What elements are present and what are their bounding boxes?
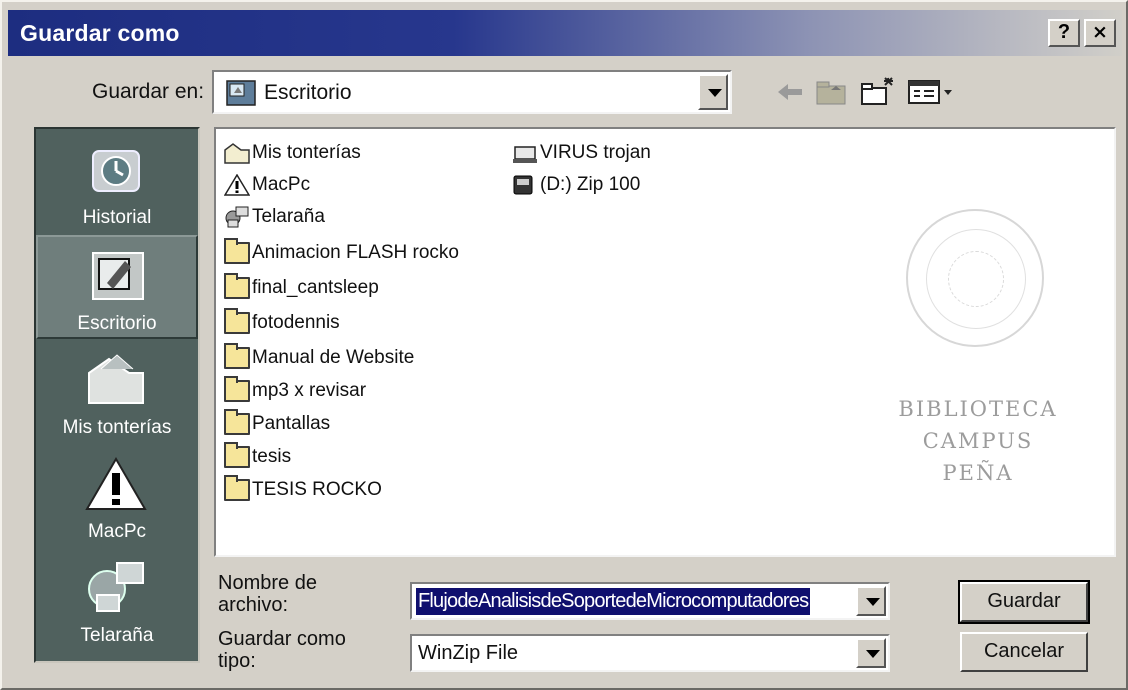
- folder-icon: [224, 409, 250, 435]
- folder-icon: [224, 308, 250, 334]
- documents-folder-icon: [224, 143, 250, 164]
- folder-icon: [224, 238, 250, 264]
- my-documents-icon: [88, 354, 144, 404]
- back-arrow-icon[interactable]: [774, 76, 806, 108]
- zip-drive-icon: [513, 175, 533, 195]
- new-folder-icon[interactable]: [858, 76, 896, 108]
- place-mis-tonterias[interactable]: Mis tonterías: [36, 341, 198, 445]
- history-icon: [92, 150, 140, 192]
- folder-icon: [224, 475, 250, 501]
- place-historial[interactable]: Historial: [36, 131, 198, 235]
- save-button[interactable]: Guardar: [958, 580, 1090, 624]
- save-in-value: Escritorio: [264, 81, 352, 104]
- network-icon: [88, 562, 144, 612]
- place-label: MacPc: [87, 521, 147, 542]
- up-folder-icon[interactable]: [814, 76, 850, 108]
- desktop-icon: [92, 252, 144, 300]
- shared-folder-icon: [513, 146, 537, 163]
- close-button[interactable]: ×: [1084, 19, 1116, 47]
- desktop-icon: [226, 80, 256, 106]
- filetype-value: WinZip File: [418, 642, 519, 664]
- place-label: Escritorio: [77, 313, 157, 334]
- warning-icon: [85, 457, 147, 510]
- place-escritorio[interactable]: Escritorio: [36, 235, 198, 339]
- folder-icon: [224, 442, 250, 468]
- save-in-label: Guardar en:: [92, 80, 205, 103]
- watermark-line: BIBLIOTECA: [898, 397, 1058, 421]
- folder-icon: [224, 376, 250, 402]
- view-menu-icon[interactable]: [906, 76, 954, 108]
- place-telarana[interactable]: Telaraña: [36, 549, 198, 653]
- library-stamp: [906, 209, 1044, 347]
- folder-icon: [224, 343, 250, 369]
- cancel-button[interactable]: Cancelar: [960, 632, 1088, 672]
- filetype-select[interactable]: WinZip File: [410, 634, 890, 672]
- filename-label: Nombre de archivo:: [218, 572, 317, 616]
- save-in-dropdown-button[interactable]: [698, 74, 728, 110]
- file-list[interactable]: Mis tonterías MacPc Telaraña Animacion F…: [214, 127, 1116, 557]
- title-bar[interactable]: Guardar como ? ×: [8, 10, 1122, 56]
- filetype-dropdown-button[interactable]: [856, 638, 886, 668]
- filetype-label: Guardar como tipo:: [218, 628, 346, 672]
- help-button[interactable]: ?: [1048, 19, 1080, 47]
- network-icon: [225, 206, 249, 228]
- filename-dropdown-button[interactable]: [856, 586, 886, 616]
- watermark-line: PEÑA: [942, 461, 1014, 485]
- window-title: Guardar como: [20, 20, 180, 46]
- place-macpc[interactable]: MacPc: [36, 445, 198, 549]
- save-in-combo[interactable]: Escritorio: [212, 70, 732, 114]
- watermark-line: CAMPUS: [922, 429, 1034, 453]
- filename-value: FlujodeAnalisisdeSoportedeMicrocomputado…: [416, 588, 811, 615]
- place-label: Mis tonterías: [62, 417, 172, 438]
- warning-icon: [224, 174, 250, 196]
- filename-input[interactable]: FlujodeAnalisisdeSoportedeMicrocomputado…: [410, 582, 890, 620]
- save-as-dialog: Guardar como ? × Guardar en: Escritorio: [0, 0, 1128, 690]
- place-label: Telaraña: [80, 625, 154, 646]
- place-label: Historial: [82, 207, 152, 228]
- folder-icon: [224, 273, 250, 299]
- places-bar: Historial Escritorio Mis tonterías MacPc…: [34, 127, 200, 663]
